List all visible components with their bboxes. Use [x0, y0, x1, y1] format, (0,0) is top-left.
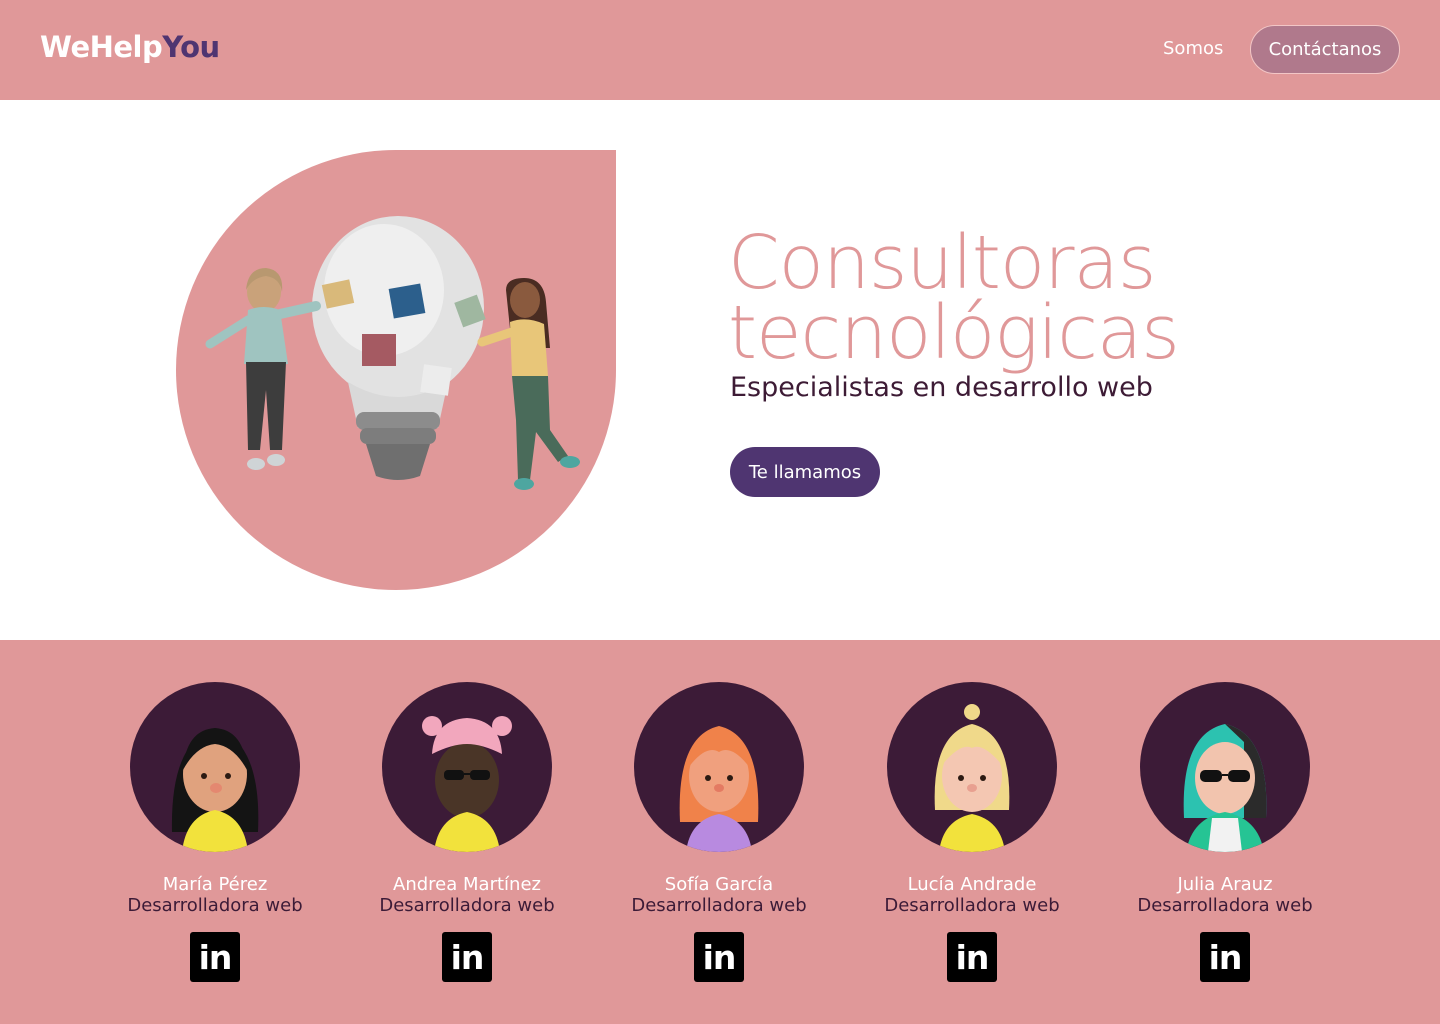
member-role: Desarrolladora web	[379, 895, 555, 916]
avatar-illustration	[934, 704, 1010, 852]
avatar-illustration	[679, 726, 759, 852]
member-avatar	[887, 682, 1057, 852]
member-avatar	[382, 682, 552, 852]
brand-logo[interactable]: WeHelpYou	[40, 30, 220, 64]
hero-subtitle: Especialistas en desarrollo web	[730, 372, 1153, 403]
member-avatar	[130, 682, 300, 852]
linkedin-icon[interactable]: in	[190, 932, 240, 982]
avatar-illustration	[1183, 724, 1267, 852]
linkedin-icon[interactable]: in	[694, 932, 744, 982]
member-role: Desarrolladora web	[1137, 895, 1313, 916]
member-role: Desarrolladora web	[631, 895, 807, 916]
team-section: María Pérez Desarrolladora web in Andrea…	[0, 640, 1440, 1024]
avatar-illustration	[422, 716, 512, 852]
logo-accent-text: You	[162, 30, 220, 64]
member-role: Desarrolladora web	[884, 895, 1060, 916]
linkedin-icon[interactable]: in	[1200, 932, 1250, 982]
member-role: Desarrolladora web	[127, 895, 303, 916]
logo-main-text: WeHelp	[40, 30, 163, 64]
lightbulb-team-illustration	[205, 216, 580, 490]
member-name: Julia Arauz	[1177, 874, 1273, 895]
hero-title: Consultoras tecnológicas	[728, 220, 1248, 376]
linkedin-icon[interactable]: in	[947, 932, 997, 982]
member-name: Sofía García	[664, 874, 774, 895]
hero-title-line-1: Consultoras	[728, 220, 1156, 306]
call-me-button[interactable]: Te llamamos	[730, 447, 880, 497]
team-member: Sofía García Desarrolladora web in	[609, 682, 829, 982]
member-name: Andrea Martínez	[393, 874, 541, 895]
hero-title-line-2: tecnológicas	[728, 290, 1180, 376]
contact-button[interactable]: Contáctanos	[1250, 25, 1400, 74]
member-avatar	[634, 682, 804, 852]
team-member: Julia Arauz Desarrolladora web in	[1115, 682, 1335, 982]
avatar-illustration	[171, 728, 259, 852]
team-member: Lucía Andrade Desarrolladora web in	[862, 682, 1082, 982]
member-name: María Pérez	[162, 874, 268, 895]
hero-illustration	[176, 150, 616, 590]
team-member: María Pérez Desarrolladora web in	[105, 682, 325, 982]
site-header: WeHelpYou Somos Contáctanos	[0, 0, 1440, 100]
team-member: Andrea Martínez Desarrolladora web in	[357, 682, 577, 982]
member-avatar	[1140, 682, 1310, 852]
member-name: Lucía Andrade	[907, 874, 1037, 895]
nav-link-somos[interactable]: Somos	[1163, 38, 1223, 59]
linkedin-icon[interactable]: in	[442, 932, 492, 982]
